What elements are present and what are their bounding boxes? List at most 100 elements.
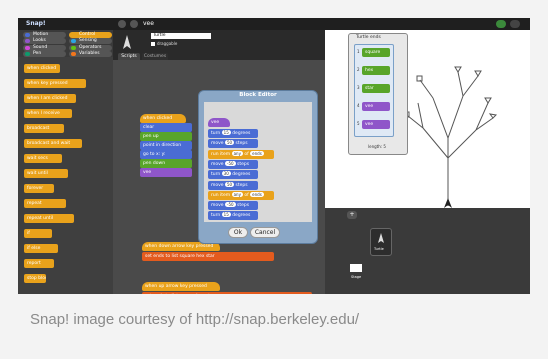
palette-block[interactable]: repeat (24, 199, 66, 208)
watcher-index: 2 (357, 67, 360, 72)
block-text: turn (211, 172, 222, 178)
sprite-corral (325, 208, 530, 294)
stage-icon[interactable] (350, 264, 362, 272)
project-title: vee (143, 20, 154, 27)
set-block[interactable]: set ends to list square hex star (142, 252, 274, 261)
tab-scripts[interactable]: Scripts (118, 53, 140, 60)
list-input[interactable]: ends (250, 150, 264, 156)
block-input[interactable]: 50 (225, 140, 235, 146)
category-swatch (71, 39, 76, 44)
watcher-item[interactable]: star (362, 84, 390, 93)
script-block[interactable]: pen down (140, 159, 192, 168)
category-looks[interactable]: Looks (23, 38, 66, 45)
category-label: Operators (79, 44, 102, 50)
block-text: run item (211, 192, 232, 198)
block-text: move (211, 161, 225, 167)
block-input[interactable]: 15 (221, 212, 231, 218)
corral-turtle-icon (378, 233, 384, 243)
palette-block[interactable]: stop block (24, 274, 46, 283)
editor-block[interactable]: run item any of ends (208, 149, 274, 159)
script-block[interactable]: point in direction (140, 141, 192, 150)
script-block[interactable]: vee (140, 168, 192, 177)
block-text: move (211, 182, 225, 188)
sprite-name-field[interactable]: Turtle (151, 33, 211, 39)
hat-block[interactable]: when up arrow key pressed (142, 282, 220, 291)
watcher-item[interactable]: square (362, 48, 390, 57)
green-flag-button[interactable] (496, 20, 506, 28)
tab-costumes[interactable]: Costumes (142, 53, 168, 60)
palette-block[interactable]: when I receive (24, 109, 72, 118)
category-swatch (25, 45, 30, 50)
ok-button[interactable]: Ok (228, 227, 248, 238)
watcher-item[interactable]: vee (362, 102, 390, 111)
top-bar (18, 18, 530, 30)
category-swatch (71, 45, 76, 50)
draggable-checkbox[interactable] (151, 42, 155, 46)
palette-block[interactable]: broadcast (24, 124, 64, 133)
watcher-item[interactable]: vee (362, 120, 390, 129)
block-text: run item (211, 151, 232, 157)
palette-block[interactable]: if else (24, 244, 58, 253)
palette-block[interactable]: if (24, 229, 52, 238)
editor-block[interactable]: move -50 steps (208, 159, 258, 169)
palette-block[interactable]: when I am clicked (24, 94, 76, 103)
block-suffix: degrees (230, 131, 251, 136)
palette-block[interactable]: when clicked (24, 64, 60, 73)
palette-block[interactable]: wait until (24, 169, 68, 178)
category-variables[interactable]: Variables (69, 50, 112, 57)
sprite-thumbnail (121, 34, 133, 50)
set-block[interactable]: set ends to list square hex star vee vee (142, 292, 312, 294)
palette-block[interactable]: report (24, 259, 54, 268)
category-swatch (71, 51, 76, 56)
corral-sprite-label: Turtle (374, 247, 384, 251)
editor-block[interactable]: move -50 steps (208, 201, 258, 211)
block-input[interactable]: any (231, 150, 243, 156)
watcher-item[interactable]: hex (362, 66, 390, 75)
file-icon[interactable] (118, 20, 126, 28)
block-input[interactable]: 15 (221, 130, 231, 135)
category-pen[interactable]: Pen (23, 50, 66, 57)
list-input[interactable]: ends (250, 191, 264, 197)
block-input[interactable]: 30 (221, 171, 231, 177)
category-label: Pen (33, 50, 42, 56)
watcher-index: 3 (357, 85, 360, 90)
category-label: Variables (79, 50, 100, 56)
image-caption: Snap! image courtesy of http://snap.berk… (30, 311, 360, 328)
category-swatch (25, 51, 30, 56)
script-block[interactable]: clear (140, 123, 192, 132)
watcher-length: length: 5 (368, 144, 386, 149)
category-sound[interactable]: Sound (23, 44, 66, 51)
editor-block[interactable]: move 50 steps (208, 180, 258, 190)
editor-block[interactable]: move 50 steps (208, 139, 258, 149)
custom-block-hat[interactable]: vee (208, 118, 230, 127)
block-text: turn (211, 213, 222, 219)
script-block[interactable]: go to x: y: (140, 150, 192, 159)
snap-logo[interactable]: Snap! (26, 21, 46, 27)
block-suffix: degrees (230, 213, 251, 219)
palette-block[interactable]: repeat until (24, 214, 74, 223)
watcher-index: 4 (357, 103, 360, 108)
add-sprite-icon[interactable]: + (347, 211, 357, 219)
palette-block[interactable]: wait secs (24, 154, 62, 163)
editor-block[interactable]: run item any of ends (208, 190, 274, 200)
editor-block[interactable]: turn 30 degrees (208, 170, 258, 180)
category-sensing[interactable]: Sensing (69, 38, 112, 45)
block-suffix: steps (234, 182, 248, 188)
category-operators[interactable]: Operators (69, 44, 112, 51)
category-label: Control (79, 32, 96, 37)
editor-block[interactable]: turn 15 degrees (208, 129, 258, 138)
palette-block[interactable]: forever (24, 184, 54, 193)
palette-block[interactable]: broadcast and wait (24, 139, 82, 148)
block-input[interactable]: any (231, 191, 243, 197)
editor-block[interactable]: turn 15 degrees (208, 211, 258, 221)
block-input[interactable]: -50 (225, 160, 236, 166)
block-input[interactable]: -50 (225, 202, 236, 208)
script-block[interactable]: when clicked (140, 114, 186, 123)
block-input[interactable]: 50 (225, 181, 235, 187)
stop-button[interactable] (510, 20, 520, 28)
script-block[interactable]: pen up (140, 132, 192, 141)
settings-icon[interactable] (130, 20, 138, 28)
palette-block[interactable]: when key pressed (24, 79, 86, 88)
watcher-title: Turtle ends (356, 35, 381, 40)
cancel-button[interactable]: Cancel (250, 227, 280, 238)
